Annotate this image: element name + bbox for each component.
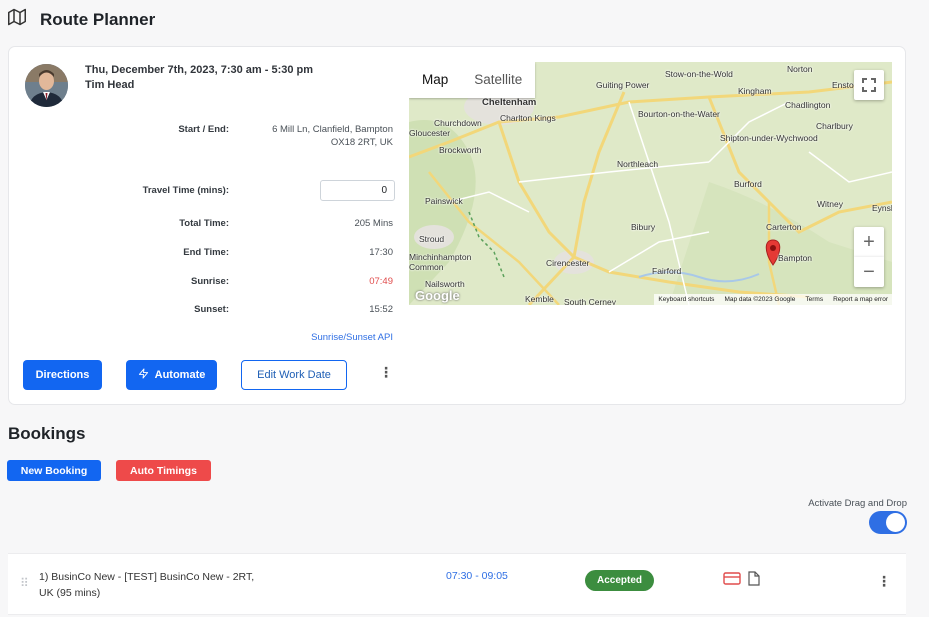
travel-time-label: Travel Time (mins): bbox=[142, 185, 229, 196]
terms-link[interactable]: Terms bbox=[805, 294, 823, 305]
map-town: Cirencester bbox=[546, 258, 590, 268]
google-logo: Google bbox=[415, 288, 460, 303]
auto-timings-label: Auto Timings bbox=[130, 464, 197, 477]
schedule-date: Thu, December 7th, 2023, 7:30 am - 5:30 … bbox=[85, 64, 314, 76]
map-town: Stroud bbox=[419, 234, 445, 244]
bookings-title: Bookings bbox=[8, 424, 86, 443]
sunrise-label: Sunrise: bbox=[190, 276, 229, 287]
sunset-label: Sunset: bbox=[194, 304, 229, 315]
map-footer: Keyboard shortcuts Map data ©2023 Google… bbox=[654, 294, 892, 305]
page-header: Route Planner bbox=[8, 8, 155, 31]
new-booking-label: New Booking bbox=[20, 464, 88, 477]
avatar bbox=[25, 64, 68, 107]
travel-time-input[interactable]: 0 bbox=[320, 180, 395, 201]
automate-button-label: Automate bbox=[154, 369, 206, 381]
report-map-error-link[interactable]: Report a map error bbox=[833, 294, 888, 305]
map-town: Burford bbox=[734, 179, 762, 189]
map-town: Minchinhampton Common bbox=[409, 252, 472, 272]
keyboard-shortcuts-link[interactable]: Keyboard shortcuts bbox=[658, 294, 714, 305]
map-town: Chadlington bbox=[785, 100, 831, 110]
end-time-value: 17:30 bbox=[369, 247, 393, 258]
zoom-in-icon[interactable]: + bbox=[854, 227, 884, 257]
end-time-label: End Time: bbox=[183, 247, 229, 258]
address-line-1: 6 Mill Ln, Clanfield, Bampton bbox=[272, 124, 393, 135]
drag-drop-toggle[interactable] bbox=[869, 511, 907, 534]
credit-card-icon[interactable] bbox=[723, 572, 741, 590]
auto-timings-button[interactable]: Auto Timings bbox=[116, 460, 211, 481]
map-town: Guiting Power bbox=[596, 80, 650, 90]
map-town: Gloucester bbox=[409, 128, 451, 138]
map-town: South Cerney bbox=[564, 297, 616, 305]
map-town: Painswick bbox=[425, 196, 463, 206]
map-town: Bourton-on-the-Water bbox=[638, 109, 720, 119]
page-title: Route Planner bbox=[40, 9, 156, 29]
map-town: Witney bbox=[817, 199, 843, 209]
map-type-tabs: Map Satellite bbox=[409, 62, 536, 98]
table-row[interactable]: ⠿ 1) BusinCo New - [TEST] BusinCo New - … bbox=[8, 553, 906, 615]
map-data-credit: Map data ©2023 Google bbox=[724, 296, 796, 303]
sunrise-sunset-api-link[interactable]: Sunrise/Sunset API bbox=[311, 332, 393, 343]
map-town: Cheltenham bbox=[482, 97, 537, 108]
zoom-out-icon[interactable]: − bbox=[854, 257, 884, 287]
drag-drop-label: Activate Drag and Drop bbox=[808, 498, 907, 509]
edit-work-date-label: Edit Work Date bbox=[257, 369, 331, 381]
directions-button[interactable]: Directions bbox=[23, 360, 102, 390]
tab-satellite[interactable]: Satellite bbox=[461, 62, 535, 98]
new-booking-button[interactable]: New Booking bbox=[7, 460, 101, 481]
map-town: Carterton bbox=[766, 222, 802, 232]
map-town: Bampton bbox=[778, 253, 813, 263]
automate-button[interactable]: Automate bbox=[126, 360, 217, 390]
more-options-icon[interactable]: ⋮ bbox=[379, 365, 393, 379]
map-town: Churchdown bbox=[434, 118, 482, 128]
booking-more-icon[interactable]: ⋮ bbox=[877, 574, 891, 588]
start-end-label: Start / End: bbox=[178, 124, 229, 135]
map-town: Shipton-under-Wychwood bbox=[720, 133, 818, 143]
total-time-value: 205 Mins bbox=[354, 218, 393, 229]
sunrise-value: 07:49 bbox=[369, 276, 393, 287]
map-town: Bibury bbox=[631, 222, 656, 232]
schedule-card: Thu, December 7th, 2023, 7:30 am - 5:30 … bbox=[8, 46, 906, 405]
address-line-2: OX18 2RT, UK bbox=[330, 137, 393, 148]
toggle-knob bbox=[886, 513, 905, 532]
edit-work-date-button[interactable]: Edit Work Date bbox=[241, 360, 347, 390]
directions-button-label: Directions bbox=[35, 369, 90, 381]
drag-handle-icon[interactable]: ⠿ bbox=[20, 576, 29, 590]
map-icon bbox=[8, 8, 26, 31]
map-town: Norton bbox=[787, 64, 813, 74]
staff-name: Tim Head bbox=[85, 79, 135, 91]
map-town: Eynsham bbox=[872, 203, 892, 213]
status-badge: Accepted bbox=[585, 570, 655, 591]
map-town: Fairford bbox=[652, 266, 682, 276]
sunset-value: 15:52 bbox=[369, 304, 393, 315]
booking-title: 1) BusinCo New - [TEST] BusinCo New - 2R… bbox=[39, 571, 255, 599]
route-map[interactable]: Stow-on-the-Wold Norton Guiting Power Ki… bbox=[409, 62, 892, 305]
document-icon[interactable] bbox=[748, 571, 760, 591]
map-town: Brockworth bbox=[439, 145, 482, 155]
map-town: Northleach bbox=[617, 159, 659, 169]
map-town: Kemble bbox=[525, 294, 554, 304]
tab-map[interactable]: Map bbox=[409, 62, 461, 98]
lightning-icon bbox=[138, 368, 149, 382]
map-town: Charlbury bbox=[816, 121, 853, 131]
fullscreen-icon[interactable] bbox=[854, 70, 884, 100]
map-town: Kingham bbox=[738, 86, 772, 96]
map-town: Charlton Kings bbox=[500, 113, 556, 123]
booking-time: 07:30 - 09:05 bbox=[446, 570, 508, 582]
start-end-address: 6 Mill Ln, Clanfield, Bampton OX18 2RT, … bbox=[272, 123, 393, 149]
map-town: Stow-on-the-Wold bbox=[665, 69, 733, 79]
total-time-label: Total Time: bbox=[179, 218, 229, 229]
